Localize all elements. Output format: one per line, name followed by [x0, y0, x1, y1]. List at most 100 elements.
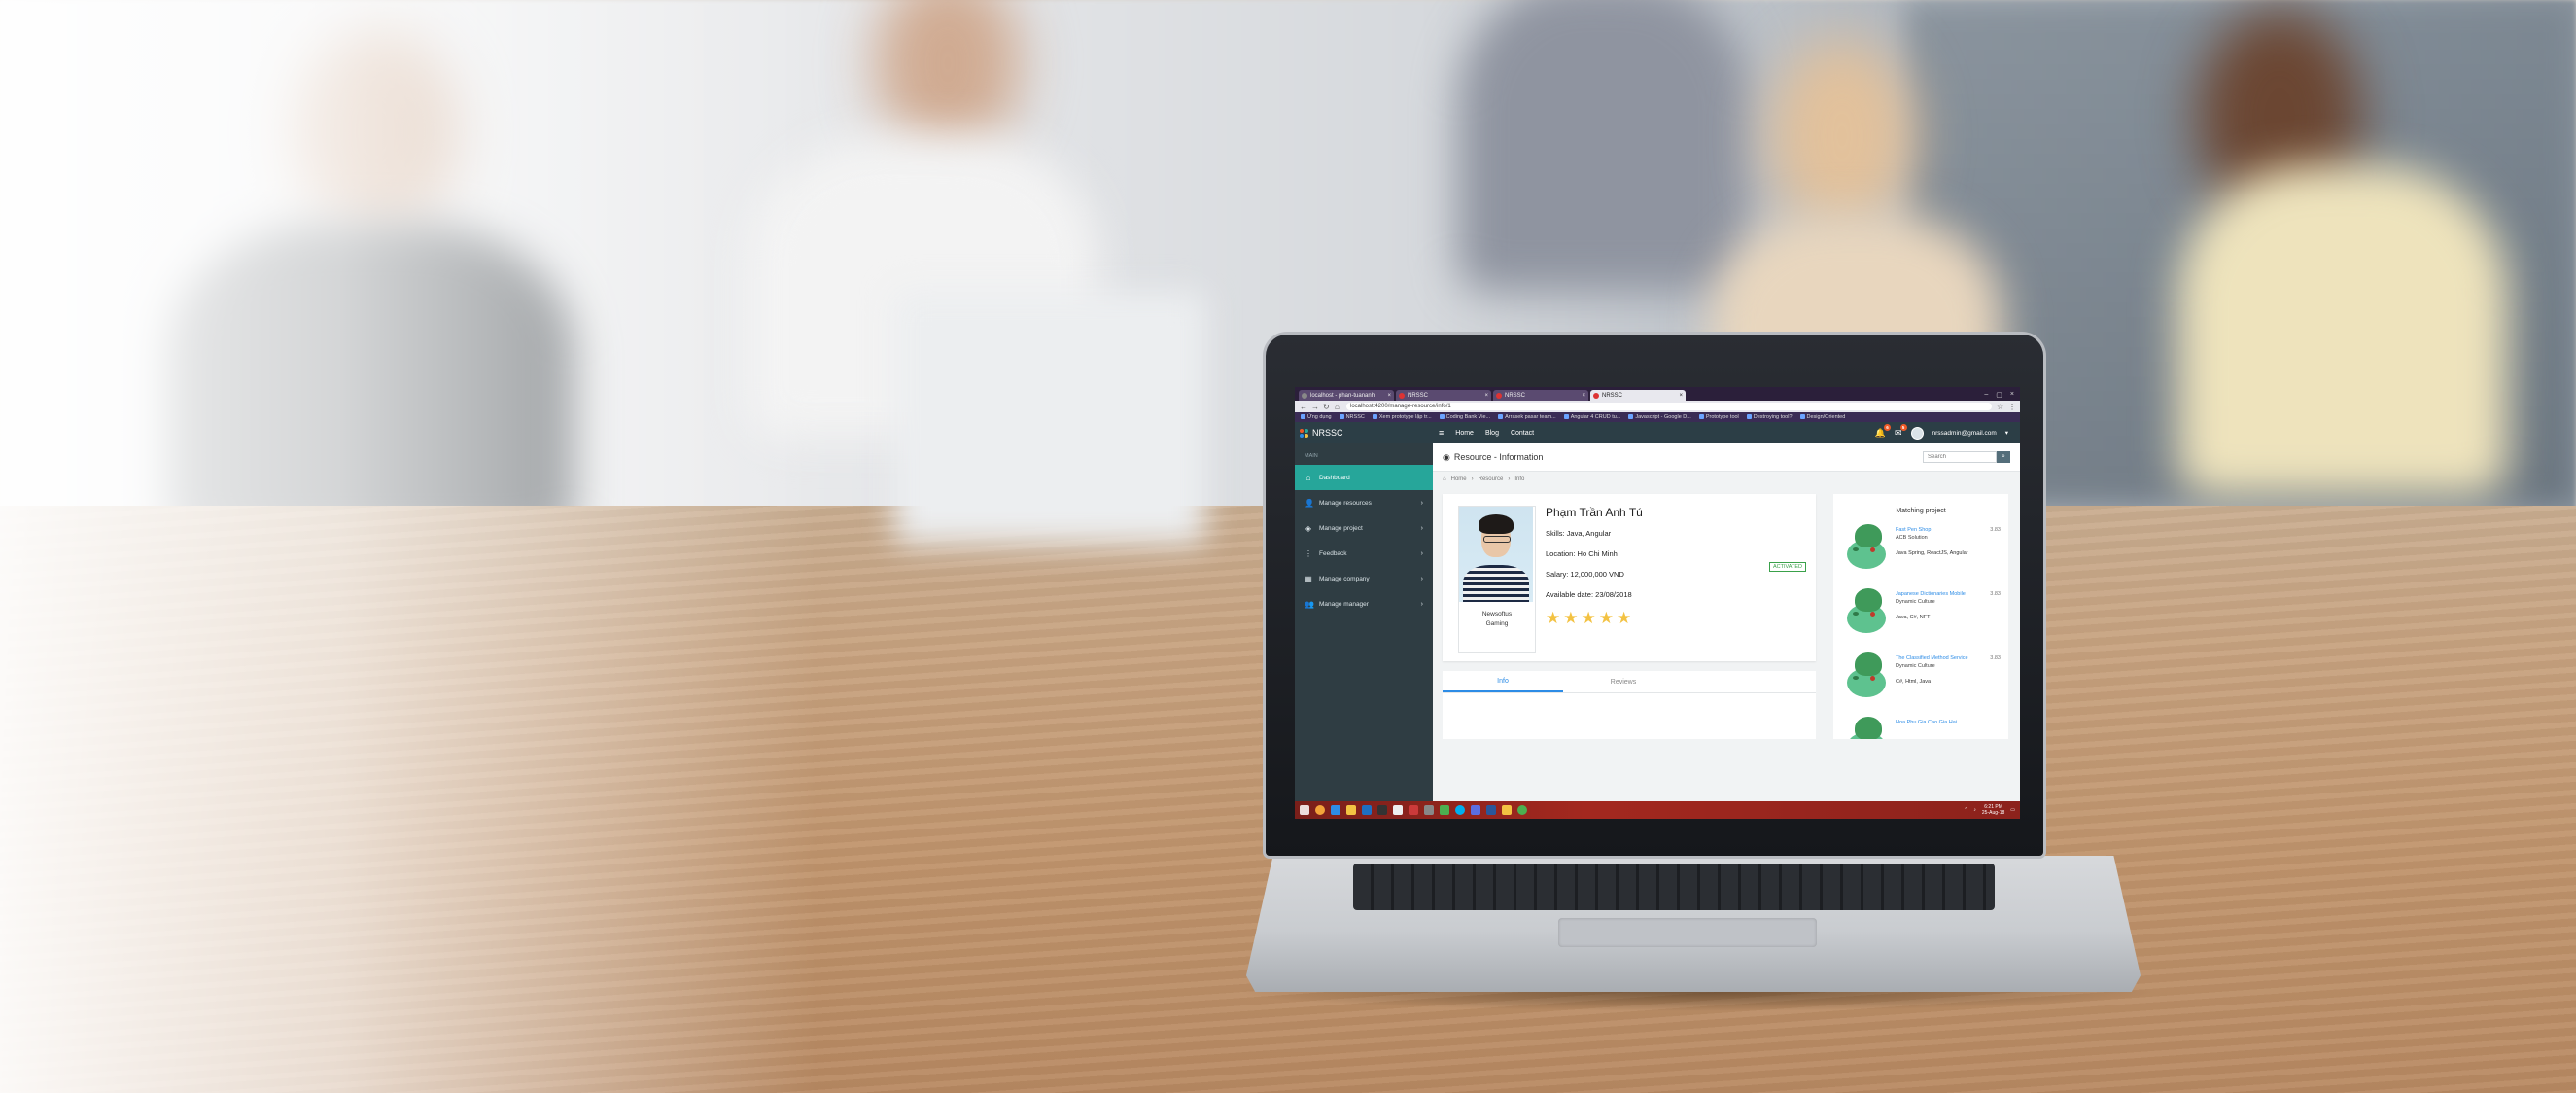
notification-bell-icon[interactable]: 🔔 6: [1875, 423, 1891, 439]
skype-app-icon[interactable]: [1455, 805, 1465, 815]
sidebar-item-manage-company[interactable]: ▦ Manage company ›: [1295, 566, 1433, 591]
bookmark-icon: [1372, 414, 1377, 420]
group-icon: 👥: [1305, 599, 1314, 609]
chevron-right-icon: ›: [1420, 575, 1423, 582]
app-body: MAIN ⌂ Dashboard 👤 Manage resources › ◈ …: [1295, 443, 2020, 801]
bookmark-item[interactable]: Ứng dụng: [1301, 414, 1332, 420]
project-name-link[interactable]: The Classified Method Service: [1896, 654, 2001, 662]
messages-icon[interactable]: ✉ 5: [1895, 423, 1907, 439]
project-name-link[interactable]: Japanese Dictionaries Mobile: [1896, 590, 2001, 598]
brand-logo[interactable]: NRSSC: [1295, 428, 1433, 438]
nav-home[interactable]: Home: [1455, 430, 1474, 437]
bookmark-icon: [1439, 414, 1445, 420]
bookmark-item[interactable]: Javascript - Google D...: [1628, 414, 1691, 420]
bookmark-item[interactable]: Design/Oriented: [1799, 414, 1845, 420]
list-item[interactable]: Japanese Dictionaries Mobile Dynamic Cul…: [1833, 586, 2008, 651]
sidebar-caption: MAIN: [1305, 453, 1318, 459]
browser-tab-active[interactable]: NRSSC ×: [1590, 390, 1686, 401]
home-icon: ⌂: [1443, 476, 1446, 482]
header-actions: 🔔 6 ✉ 5 nrssadmin@gmail.com ▾: [1875, 423, 2020, 440]
terminal-app-icon[interactable]: [1377, 805, 1387, 815]
bookmark-item[interactable]: Xem prototype lập tr...: [1372, 414, 1432, 420]
address-bar[interactable]: localhost:4200/manage-resource/info/1: [1346, 403, 1992, 410]
list-item[interactable]: Hoa Phu Gia Cao Gia Hai: [1833, 715, 2008, 739]
close-icon[interactable]: ×: [1679, 393, 1683, 399]
star-icon: ★: [1546, 609, 1561, 627]
app-icon[interactable]: [1409, 805, 1418, 815]
forward-arrow-icon[interactable]: →: [1311, 403, 1319, 411]
list-item[interactable]: Fast Pen Shop ACB Solution 3.83 Java Spr…: [1833, 522, 2008, 586]
taskbar-clock[interactable]: 6:21 PM 25-Aug-18: [1982, 804, 2004, 816]
browser-menu-icon[interactable]: ⋮: [2008, 403, 2016, 411]
folder-app-icon[interactable]: [1346, 805, 1356, 815]
company-caption: Newsoftus Gaming: [1481, 611, 1513, 627]
bookmark-item[interactable]: Angular 4 CRUD tu...: [1563, 414, 1620, 420]
close-icon[interactable]: ×: [1582, 393, 1585, 399]
browser-tab[interactable]: NRSSC ×: [1493, 390, 1588, 401]
notification-center-icon[interactable]: ▭: [2010, 807, 2015, 813]
app-icon[interactable]: [1471, 805, 1480, 815]
edge-app-icon[interactable]: [1331, 805, 1340, 815]
maximize-icon[interactable]: ▢: [1996, 391, 2002, 399]
app-icon[interactable]: [1393, 805, 1403, 815]
close-icon[interactable]: ×: [1387, 393, 1391, 399]
star-icon: ★: [1617, 609, 1632, 627]
bookmark-item[interactable]: Destroying tool?: [1746, 414, 1793, 420]
sidebar-item-manage-project[interactable]: ◈ Manage project ›: [1295, 515, 1433, 541]
hamburger-menu-icon[interactable]: ≡: [1439, 428, 1444, 438]
project-name-link[interactable]: Fast Pen Shop: [1896, 526, 2001, 534]
app-icon[interactable]: [1440, 805, 1449, 815]
profile-info: Phạm Trần Anh Tú Skills: Java, Angular L…: [1546, 506, 1808, 626]
start-menu-icon[interactable]: [1300, 805, 1309, 815]
list-item[interactable]: The Classified Method Service Dynamic Cu…: [1833, 651, 2008, 715]
sidebar-item-feedback[interactable]: ⋮ Feedback ›: [1295, 541, 1433, 566]
home-icon[interactable]: ⌂: [1335, 403, 1341, 411]
chrome-app-icon[interactable]: [1517, 805, 1527, 815]
volume-icon[interactable]: ♪: [1973, 807, 1976, 813]
nav-contact[interactable]: Contact: [1511, 430, 1534, 437]
project-name-link[interactable]: Hoa Phu Gia Cao Gia Hai: [1896, 719, 2001, 726]
close-icon[interactable]: ×: [1484, 393, 1488, 399]
minimize-icon[interactable]: –: [1984, 391, 1988, 399]
bookmark-item[interactable]: Prototype tool: [1698, 414, 1739, 420]
user-avatar[interactable]: [1910, 426, 1924, 440]
app-icon[interactable]: [1424, 805, 1434, 815]
nav-blog[interactable]: Blog: [1485, 430, 1499, 437]
network-icon[interactable]: ⌃: [1964, 807, 1967, 813]
star-icon: ★: [1563, 609, 1579, 627]
browser-tab[interactable]: localhost - phan-tuananh ×: [1299, 390, 1394, 401]
back-arrow-icon[interactable]: ←: [1300, 403, 1307, 411]
browser-tab[interactable]: NRSSC ×: [1396, 390, 1491, 401]
bookmark-icon: [1563, 414, 1569, 420]
bookmark-item[interactable]: Coding Bank Vie...: [1439, 414, 1490, 420]
search-icon[interactable]: ⌕: [1997, 451, 2010, 463]
breadcrumb-resource[interactable]: Resource: [1479, 476, 1504, 482]
close-window-icon[interactable]: ×: [2010, 391, 2014, 399]
tab-reviews[interactable]: Reviews: [1563, 671, 1684, 692]
sidebar-item-label: Feedback: [1319, 549, 1347, 557]
browser-app-icon[interactable]: [1315, 805, 1325, 815]
word-app-icon[interactable]: [1486, 805, 1496, 815]
user-email[interactable]: nrssadmin@gmail.com: [1932, 430, 1997, 437]
bookmark-star-icon[interactable]: ☆: [1997, 403, 2003, 411]
sidebar-item-manage-resources[interactable]: 👤 Manage resources ›: [1295, 490, 1433, 515]
reload-icon[interactable]: ↻: [1323, 403, 1330, 411]
laptop-trackpad: [1558, 918, 1817, 947]
project-details: Japanese Dictionaries Mobile Dynamic Cul…: [1896, 586, 2001, 651]
bookmark-item[interactable]: Arrasek pasar team...: [1498, 414, 1556, 420]
tab-row: Info Reviews: [1443, 671, 1816, 693]
page-header: ◉ Resource - Information ⌕: [1433, 443, 2020, 472]
sidebar-item-label: Dashboard: [1319, 474, 1350, 481]
tab-info[interactable]: Info: [1443, 671, 1563, 692]
breadcrumb-home[interactable]: Home: [1451, 476, 1467, 482]
bookmark-item[interactable]: NRSSC: [1339, 414, 1365, 420]
layers-icon: ◈: [1305, 523, 1312, 533]
sidebar-item-dashboard[interactable]: ⌂ Dashboard: [1295, 465, 1433, 490]
sidebar-item-manage-manager[interactable]: 👥 Manage manager ›: [1295, 591, 1433, 617]
tab-favicon-icon: [1593, 392, 1599, 399]
chevron-down-icon[interactable]: ▾: [2005, 429, 2008, 437]
explorer-app-icon[interactable]: [1502, 805, 1512, 815]
vscode-app-icon[interactable]: [1362, 805, 1372, 815]
search-input[interactable]: [1923, 451, 1997, 463]
project-tags: Java, C#, NFT: [1896, 615, 1931, 620]
